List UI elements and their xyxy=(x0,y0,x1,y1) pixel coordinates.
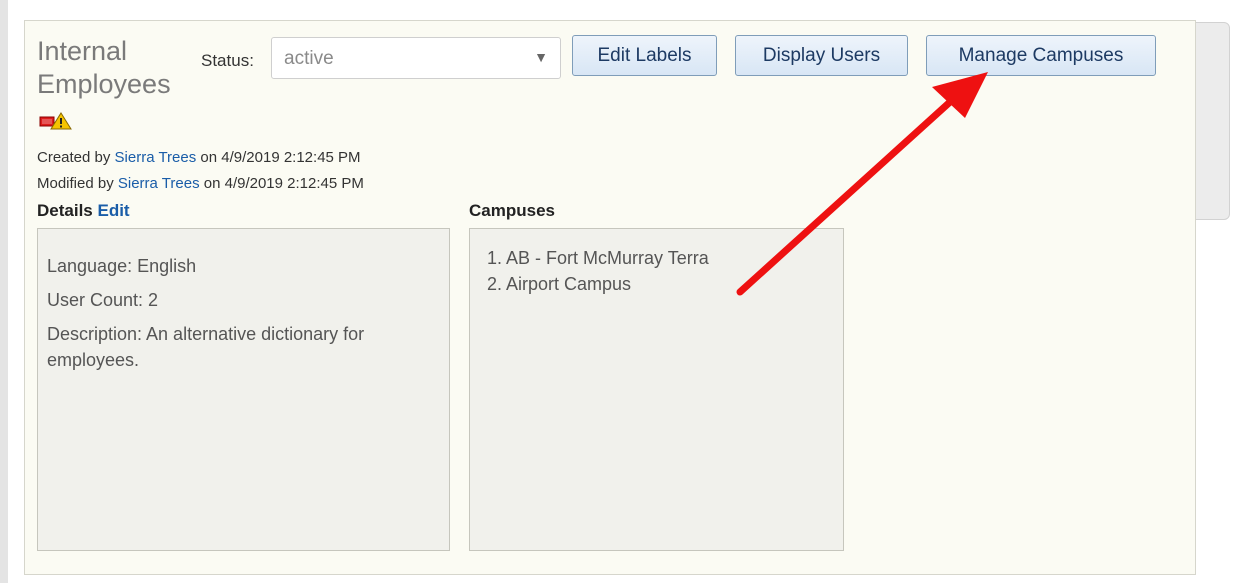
user-group-panel: Internal Employees Status: active ▼ Edit… xyxy=(24,20,1196,575)
description-field: Description: An alternative dictionary f… xyxy=(47,324,365,370)
campuses-heading: Campuses xyxy=(469,201,555,220)
status-dropdown[interactable]: active ▼ xyxy=(271,37,561,79)
page-title: Internal Employees xyxy=(37,36,171,99)
user-count-field: User Count: 2 xyxy=(47,290,159,310)
list-item: 2. Airport Campus xyxy=(487,274,632,294)
status-value: active xyxy=(284,48,334,69)
chevron-down-icon: ▼ xyxy=(534,49,548,65)
created-timestamp: on 4/9/2019 2:12:45 PM xyxy=(196,149,361,166)
created-info: Created by Sierra Trees on 4/9/2019 2:12… xyxy=(37,149,361,166)
list-item: 1. AB - Fort McMurray Terra xyxy=(487,248,709,268)
details-heading: Details Edit xyxy=(37,201,130,221)
created-by-user-link[interactable]: Sierra Trees xyxy=(115,149,197,166)
manage-campuses-button[interactable]: Manage Campuses xyxy=(926,35,1156,76)
left-scroll-strip xyxy=(0,0,8,583)
modified-by-user-link[interactable]: Sierra Trees xyxy=(118,175,200,192)
details-box: Language: English User Count: 2 Descript… xyxy=(37,228,450,551)
display-users-button[interactable]: Display Users xyxy=(735,35,908,76)
created-prefix: Created by xyxy=(37,149,115,166)
details-heading-label: Details xyxy=(37,201,93,220)
modified-prefix: Modified by xyxy=(37,175,118,192)
campuses-box: 1. AB - Fort McMurray Terra 2. Airport C… xyxy=(469,228,844,551)
status-label: Status: xyxy=(201,51,254,70)
modified-info: Modified by Sierra Trees on 4/9/2019 2:1… xyxy=(37,175,364,192)
campus-list: 1. AB - Fort McMurray Terra 2. Airport C… xyxy=(470,229,843,297)
edit-labels-button[interactable]: Edit Labels xyxy=(572,35,717,76)
warning-icon xyxy=(39,112,72,130)
language-field: Language: English xyxy=(47,256,197,276)
details-edit-link[interactable]: Edit xyxy=(97,201,129,220)
modified-timestamp: on 4/9/2019 2:12:45 PM xyxy=(199,175,364,192)
